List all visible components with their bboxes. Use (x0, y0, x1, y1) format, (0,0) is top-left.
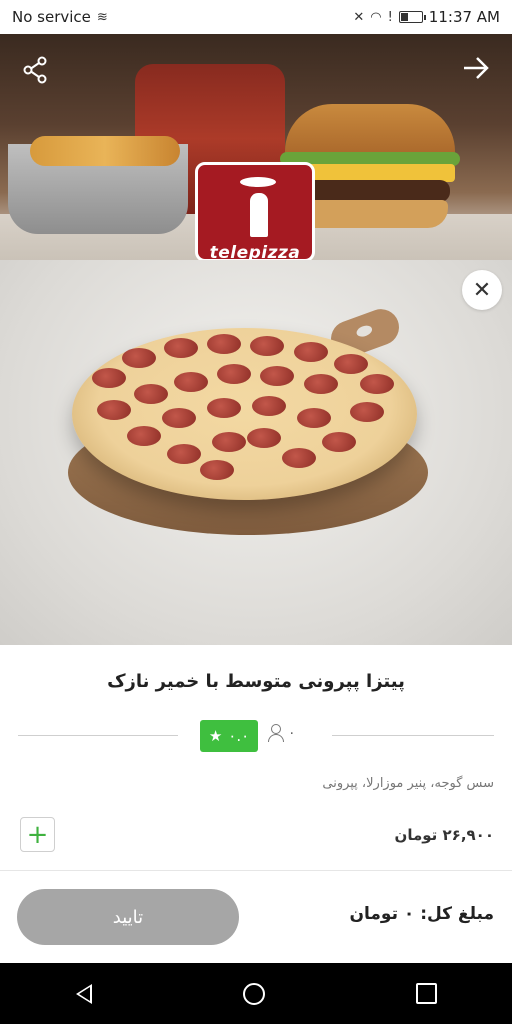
share-svg (23, 56, 47, 84)
product-details: پیتزا پپرونی متوسط با خمیر نازک ★ ۰.۰ ۰ … (0, 645, 512, 870)
pepperoni-slice (200, 460, 234, 480)
nav-back-icon[interactable] (75, 983, 92, 1004)
nav-recent-icon[interactable] (415, 983, 437, 1004)
pepperoni-slice (334, 354, 368, 374)
logo-text: telepizza (209, 243, 301, 260)
wifi-icon: ◠ (370, 9, 382, 25)
logo-chef-body (250, 193, 268, 237)
product-title: پیتزا پپرونی متوسط با خمیر نازک (107, 671, 405, 692)
pepperoni-slice (122, 348, 156, 368)
signal-icon: ≋ (96, 9, 108, 25)
battery-icon (398, 11, 426, 23)
pepperoni-slice (92, 368, 126, 388)
pepperoni-slice (360, 374, 394, 394)
pepperoni-slice (252, 396, 286, 416)
reviews-count-value: ۰ (288, 725, 296, 741)
time-text: 11:37 AM (428, 8, 500, 26)
close-button[interactable]: ✕ (462, 270, 502, 310)
divider-right (332, 735, 494, 736)
restaurant-header: telepizza (0, 34, 512, 260)
reviews-count: ۰ (268, 724, 296, 742)
user-icon (268, 724, 284, 742)
status-right: ✕ ◠ ! 11:37 AM (353, 8, 500, 26)
handle-hole (355, 323, 374, 339)
ingredients-text: سس گوجه، پنیر موزارلا، پپرونی (322, 776, 494, 791)
pizza-chef-figure (236, 177, 280, 237)
mute-icon: ✕ (353, 9, 365, 25)
pepperoni-slice (322, 432, 356, 452)
pepperoni-slice (127, 426, 161, 446)
plus-icon: + (26, 819, 49, 850)
pepperoni-slice (174, 372, 208, 392)
alert-icon: ! (387, 9, 393, 25)
add-to-cart-button[interactable]: + (20, 817, 55, 852)
nav-home-icon[interactable] (242, 982, 265, 1005)
logo-plate (240, 177, 276, 187)
share-icon[interactable] (22, 56, 48, 91)
checkout-bar: تایید مبلغ کل: ۰ تومان (0, 870, 512, 963)
pepperoni-slice (297, 408, 331, 428)
forward-arrow-icon[interactable] (462, 56, 490, 87)
pepperoni-slice (97, 400, 131, 420)
pepperoni-slice (167, 444, 201, 464)
pepperoni-slice (304, 374, 338, 394)
forward-svg (464, 57, 489, 79)
pepperoni-slice (294, 342, 328, 362)
pepperoni-slice (250, 336, 284, 356)
divider-left (18, 735, 178, 736)
pepperoni-slice (260, 366, 294, 386)
total-amount: مبلغ کل: ۰ تومان (349, 904, 495, 924)
status-left: No service ≋ (12, 8, 108, 26)
battery-level (400, 13, 409, 21)
pepperoni-slice (282, 448, 316, 468)
pepperoni-slice (350, 402, 384, 422)
pepperoni-slice (212, 432, 246, 452)
pepperoni-slice (207, 334, 241, 354)
pepperoni-slice (207, 398, 241, 418)
carrier-text: No service (12, 8, 91, 26)
user-icon-head (271, 724, 281, 734)
pepperoni-slice (247, 428, 281, 448)
user-icon-shoulders (268, 734, 284, 742)
product-image: ✕ (0, 260, 512, 645)
pepperoni-slice (162, 408, 196, 428)
pepperoni-slice (134, 384, 168, 404)
restaurant-logo: telepizza (195, 162, 315, 260)
fries-image (30, 136, 180, 166)
system-nav-bar (0, 963, 512, 1024)
rating-badge: ★ ۰.۰ (200, 720, 258, 752)
star-icon: ★ (208, 727, 223, 745)
pizza-image (72, 328, 417, 500)
close-icon: ✕ (472, 277, 492, 303)
burger-bun-bottom (293, 200, 448, 228)
rating-value: ۰.۰ (228, 727, 250, 745)
status-bar: No service ≋ ✕ ◠ ! 11:37 AM (0, 0, 512, 34)
product-price: ۲۶,۹۰۰ تومان (394, 826, 494, 844)
pepperoni-slice (164, 338, 198, 358)
pepperoni-slice (217, 364, 251, 384)
confirm-button[interactable]: تایید (17, 889, 239, 945)
burger-bun-top (285, 104, 455, 159)
